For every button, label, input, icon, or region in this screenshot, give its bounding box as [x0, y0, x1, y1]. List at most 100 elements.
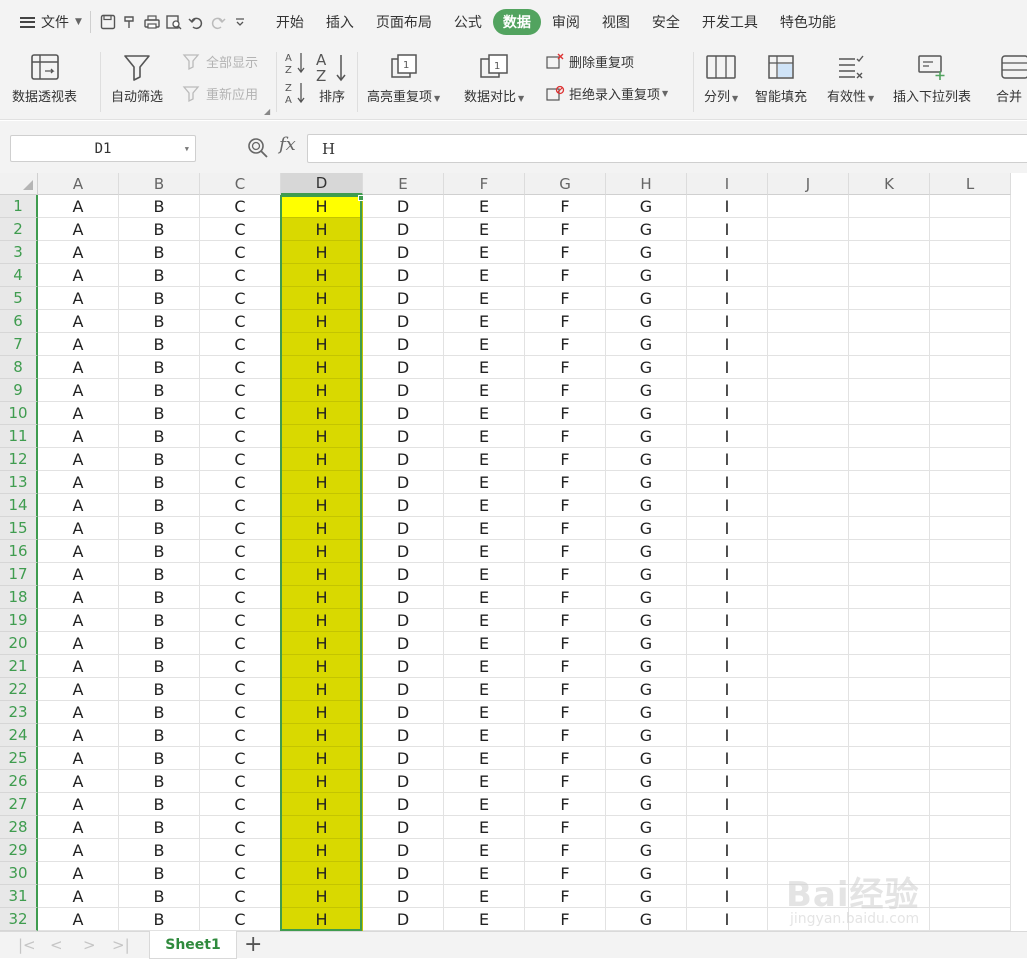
cell[interactable]: [930, 471, 1011, 494]
cell[interactable]: G: [606, 655, 687, 678]
cell[interactable]: B: [119, 540, 200, 563]
cell[interactable]: G: [606, 333, 687, 356]
cell[interactable]: G: [606, 218, 687, 241]
cell[interactable]: [768, 287, 849, 310]
cell[interactable]: [849, 425, 930, 448]
cell[interactable]: A: [38, 540, 119, 563]
cell[interactable]: F: [525, 287, 606, 310]
cell[interactable]: E: [444, 264, 525, 287]
cell[interactable]: G: [606, 241, 687, 264]
cell[interactable]: F: [525, 448, 606, 471]
cell[interactable]: H: [281, 632, 363, 655]
cell[interactable]: A: [38, 241, 119, 264]
cell[interactable]: D: [363, 356, 444, 379]
cell[interactable]: [849, 862, 930, 885]
cell[interactable]: G: [606, 839, 687, 862]
cell[interactable]: F: [525, 241, 606, 264]
row-header[interactable]: 11: [0, 425, 38, 448]
cell[interactable]: E: [444, 517, 525, 540]
formula-input[interactable]: H: [307, 134, 1027, 163]
cell[interactable]: I: [687, 908, 768, 931]
cell[interactable]: [930, 770, 1011, 793]
cell[interactable]: E: [444, 839, 525, 862]
cell[interactable]: C: [200, 747, 281, 770]
cell[interactable]: [930, 448, 1011, 471]
cell[interactable]: D: [363, 701, 444, 724]
cell[interactable]: G: [606, 195, 687, 218]
cell[interactable]: C: [200, 264, 281, 287]
row-header[interactable]: 26: [0, 770, 38, 793]
cell[interactable]: E: [444, 586, 525, 609]
data-validation-button[interactable]: 有效性 ▼: [827, 48, 874, 105]
cell[interactable]: D: [363, 333, 444, 356]
row-header[interactable]: 3: [0, 241, 38, 264]
cell[interactable]: C: [200, 655, 281, 678]
cell[interactable]: B: [119, 839, 200, 862]
row-header[interactable]: 27: [0, 793, 38, 816]
cell[interactable]: C: [200, 494, 281, 517]
smart-fill-button[interactable]: 智能填充: [755, 48, 807, 105]
cell[interactable]: D: [363, 770, 444, 793]
column-header-e[interactable]: E: [363, 173, 444, 195]
cell[interactable]: F: [525, 862, 606, 885]
reapply-button[interactable]: 重新应用: [182, 84, 258, 103]
cell[interactable]: H: [281, 839, 363, 862]
row-header[interactable]: 17: [0, 563, 38, 586]
cell[interactable]: [768, 862, 849, 885]
cell[interactable]: D: [363, 448, 444, 471]
cell[interactable]: A: [38, 609, 119, 632]
prev-sheet-icon[interactable]: <: [50, 936, 63, 954]
cell[interactable]: A: [38, 885, 119, 908]
cell[interactable]: D: [363, 195, 444, 218]
cell[interactable]: [930, 195, 1011, 218]
cell[interactable]: E: [444, 747, 525, 770]
cell[interactable]: A: [38, 862, 119, 885]
cell[interactable]: D: [363, 241, 444, 264]
cell[interactable]: E: [444, 379, 525, 402]
cell[interactable]: G: [606, 379, 687, 402]
cell[interactable]: F: [525, 425, 606, 448]
cell[interactable]: G: [606, 471, 687, 494]
cell[interactable]: C: [200, 839, 281, 862]
name-box[interactable]: D1 ▼: [10, 135, 196, 162]
row-header[interactable]: 5: [0, 287, 38, 310]
auto-filter-button[interactable]: 自动筛选: [111, 48, 163, 105]
cell[interactable]: I: [687, 264, 768, 287]
cell[interactable]: C: [200, 908, 281, 931]
cell[interactable]: [849, 816, 930, 839]
cell[interactable]: C: [200, 678, 281, 701]
row-header[interactable]: 25: [0, 747, 38, 770]
cell[interactable]: [930, 241, 1011, 264]
cell[interactable]: B: [119, 609, 200, 632]
cell[interactable]: C: [200, 448, 281, 471]
row-header[interactable]: 22: [0, 678, 38, 701]
cell[interactable]: [930, 816, 1011, 839]
cell[interactable]: A: [38, 333, 119, 356]
cell[interactable]: A: [38, 701, 119, 724]
cell[interactable]: I: [687, 839, 768, 862]
cell[interactable]: [930, 402, 1011, 425]
cell[interactable]: D: [363, 471, 444, 494]
cell[interactable]: [849, 678, 930, 701]
row-header[interactable]: 21: [0, 655, 38, 678]
cell[interactable]: I: [687, 448, 768, 471]
row-header[interactable]: 6: [0, 310, 38, 333]
cell[interactable]: [849, 609, 930, 632]
cell[interactable]: F: [525, 885, 606, 908]
cell[interactable]: [768, 333, 849, 356]
cell[interactable]: H: [281, 678, 363, 701]
cell[interactable]: D: [363, 793, 444, 816]
cell[interactable]: F: [525, 195, 606, 218]
cell[interactable]: [930, 655, 1011, 678]
cell[interactable]: C: [200, 632, 281, 655]
cell[interactable]: F: [525, 747, 606, 770]
cell[interactable]: E: [444, 218, 525, 241]
cell[interactable]: E: [444, 908, 525, 931]
cell[interactable]: E: [444, 494, 525, 517]
cell[interactable]: C: [200, 287, 281, 310]
cell[interactable]: C: [200, 310, 281, 333]
cell[interactable]: [849, 586, 930, 609]
cell[interactable]: H: [281, 517, 363, 540]
next-sheet-icon[interactable]: >: [83, 936, 96, 954]
cell[interactable]: E: [444, 563, 525, 586]
